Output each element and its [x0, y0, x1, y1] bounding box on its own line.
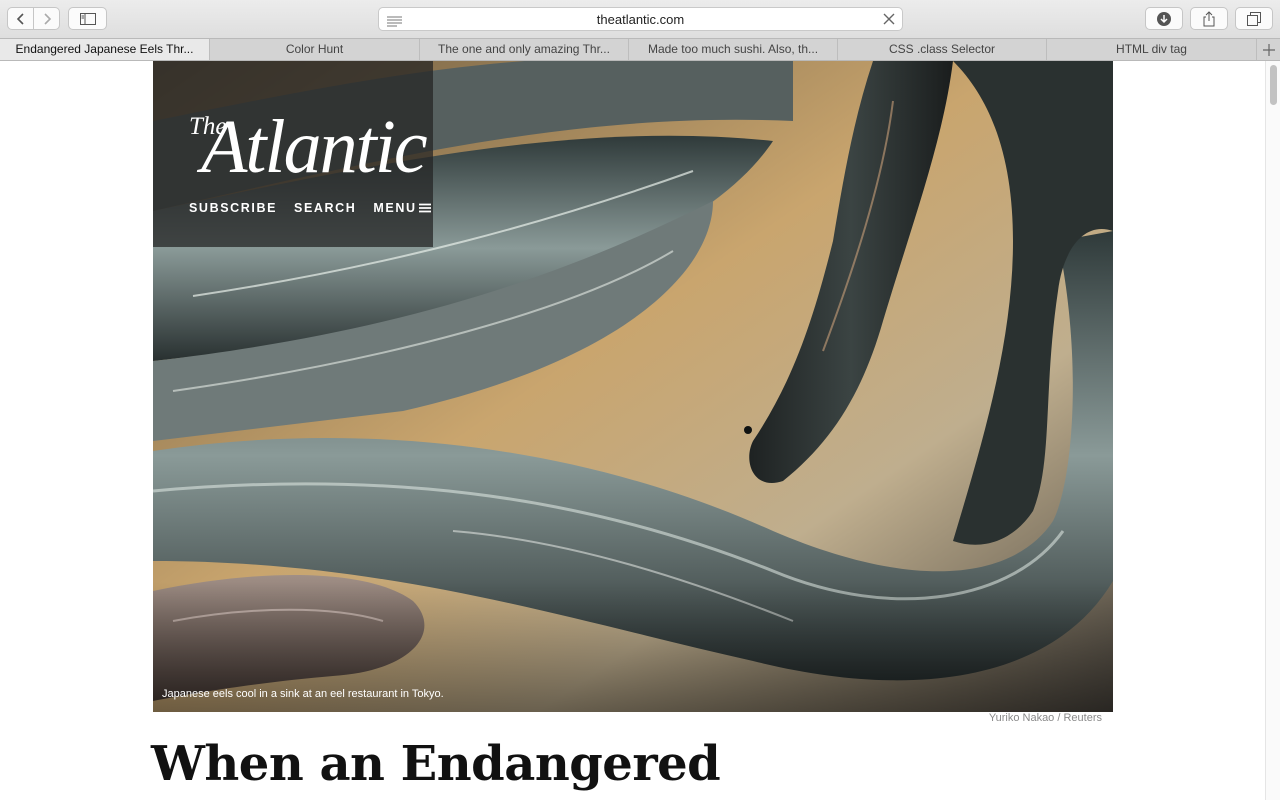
scrollbar-thumb[interactable] [1270, 65, 1277, 105]
tab-eels[interactable]: Endangered Japanese Eels Thr... [0, 39, 210, 60]
download-icon [1157, 11, 1171, 26]
sidebar-toggle-button[interactable] [68, 7, 107, 30]
chevron-right-icon [43, 12, 51, 25]
tab-overview-button[interactable] [1235, 7, 1273, 30]
plus-icon [1262, 43, 1275, 56]
stop-loading-icon[interactable] [882, 12, 896, 31]
tab-html-div[interactable]: HTML div tag [1047, 39, 1257, 60]
tab-sushi[interactable]: Made too much sushi. Also, th... [629, 39, 838, 60]
hamburger-icon [418, 203, 431, 213]
site-masthead: The Atlantic SUBSCRIBE SEARCH MENU [153, 61, 433, 247]
browser-toolbar: theatlantic.com [0, 0, 1280, 38]
tab-bar: Endangered Japanese Eels Thr... Color Hu… [0, 38, 1280, 61]
article-headline: When an Endangered [151, 736, 721, 792]
site-nav: SUBSCRIBE SEARCH MENU [189, 201, 431, 215]
page-scrollbar[interactable] [1265, 61, 1280, 800]
page-content: The Atlantic SUBSCRIBE SEARCH MENU Japan… [0, 61, 1280, 800]
new-tab-button[interactable] [1257, 39, 1280, 60]
menu-label: MENU [373, 201, 417, 215]
menu-button[interactable]: MENU [373, 201, 431, 215]
search-link[interactable]: SEARCH [294, 201, 356, 215]
sidebar-icon [79, 12, 96, 25]
tabs-icon [1247, 11, 1261, 26]
address-bar[interactable]: theatlantic.com [378, 7, 903, 31]
tab-amazing[interactable]: The one and only amazing Thr... [420, 39, 629, 60]
subscribe-link[interactable]: SUBSCRIBE [189, 201, 277, 215]
tab-color-hunt[interactable]: Color Hunt [210, 39, 420, 60]
downloads-button[interactable] [1145, 7, 1183, 30]
share-icon [1203, 10, 1215, 26]
chevron-left-icon [16, 12, 24, 25]
forward-button[interactable] [33, 7, 60, 30]
back-button[interactable] [7, 7, 34, 30]
share-button[interactable] [1190, 7, 1228, 30]
image-caption: Japanese eels cool in a sink at an eel r… [162, 688, 444, 700]
image-credit: Yuriko Nakao / Reuters [988, 712, 1102, 724]
address-text[interactable]: theatlantic.com [379, 12, 902, 27]
tab-css-class[interactable]: CSS .class Selector [838, 39, 1047, 60]
